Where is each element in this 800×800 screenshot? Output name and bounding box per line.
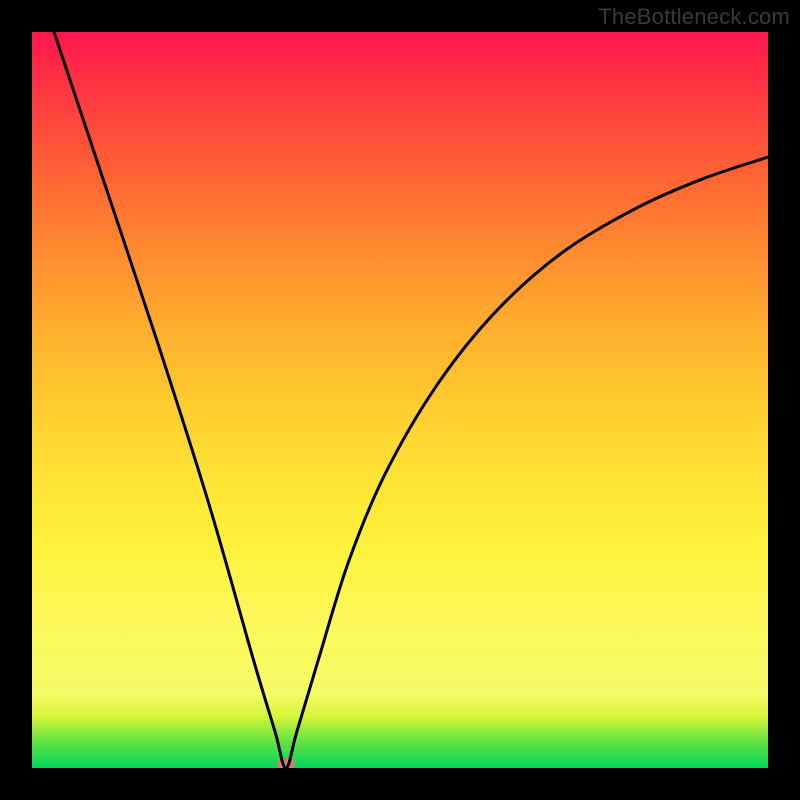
bottleneck-curve	[54, 32, 768, 768]
chart-frame: TheBottleneck.com	[0, 0, 800, 800]
chart-curve-layer	[32, 32, 768, 768]
plot-area	[32, 32, 768, 768]
watermark-text: TheBottleneck.com	[598, 4, 790, 30]
